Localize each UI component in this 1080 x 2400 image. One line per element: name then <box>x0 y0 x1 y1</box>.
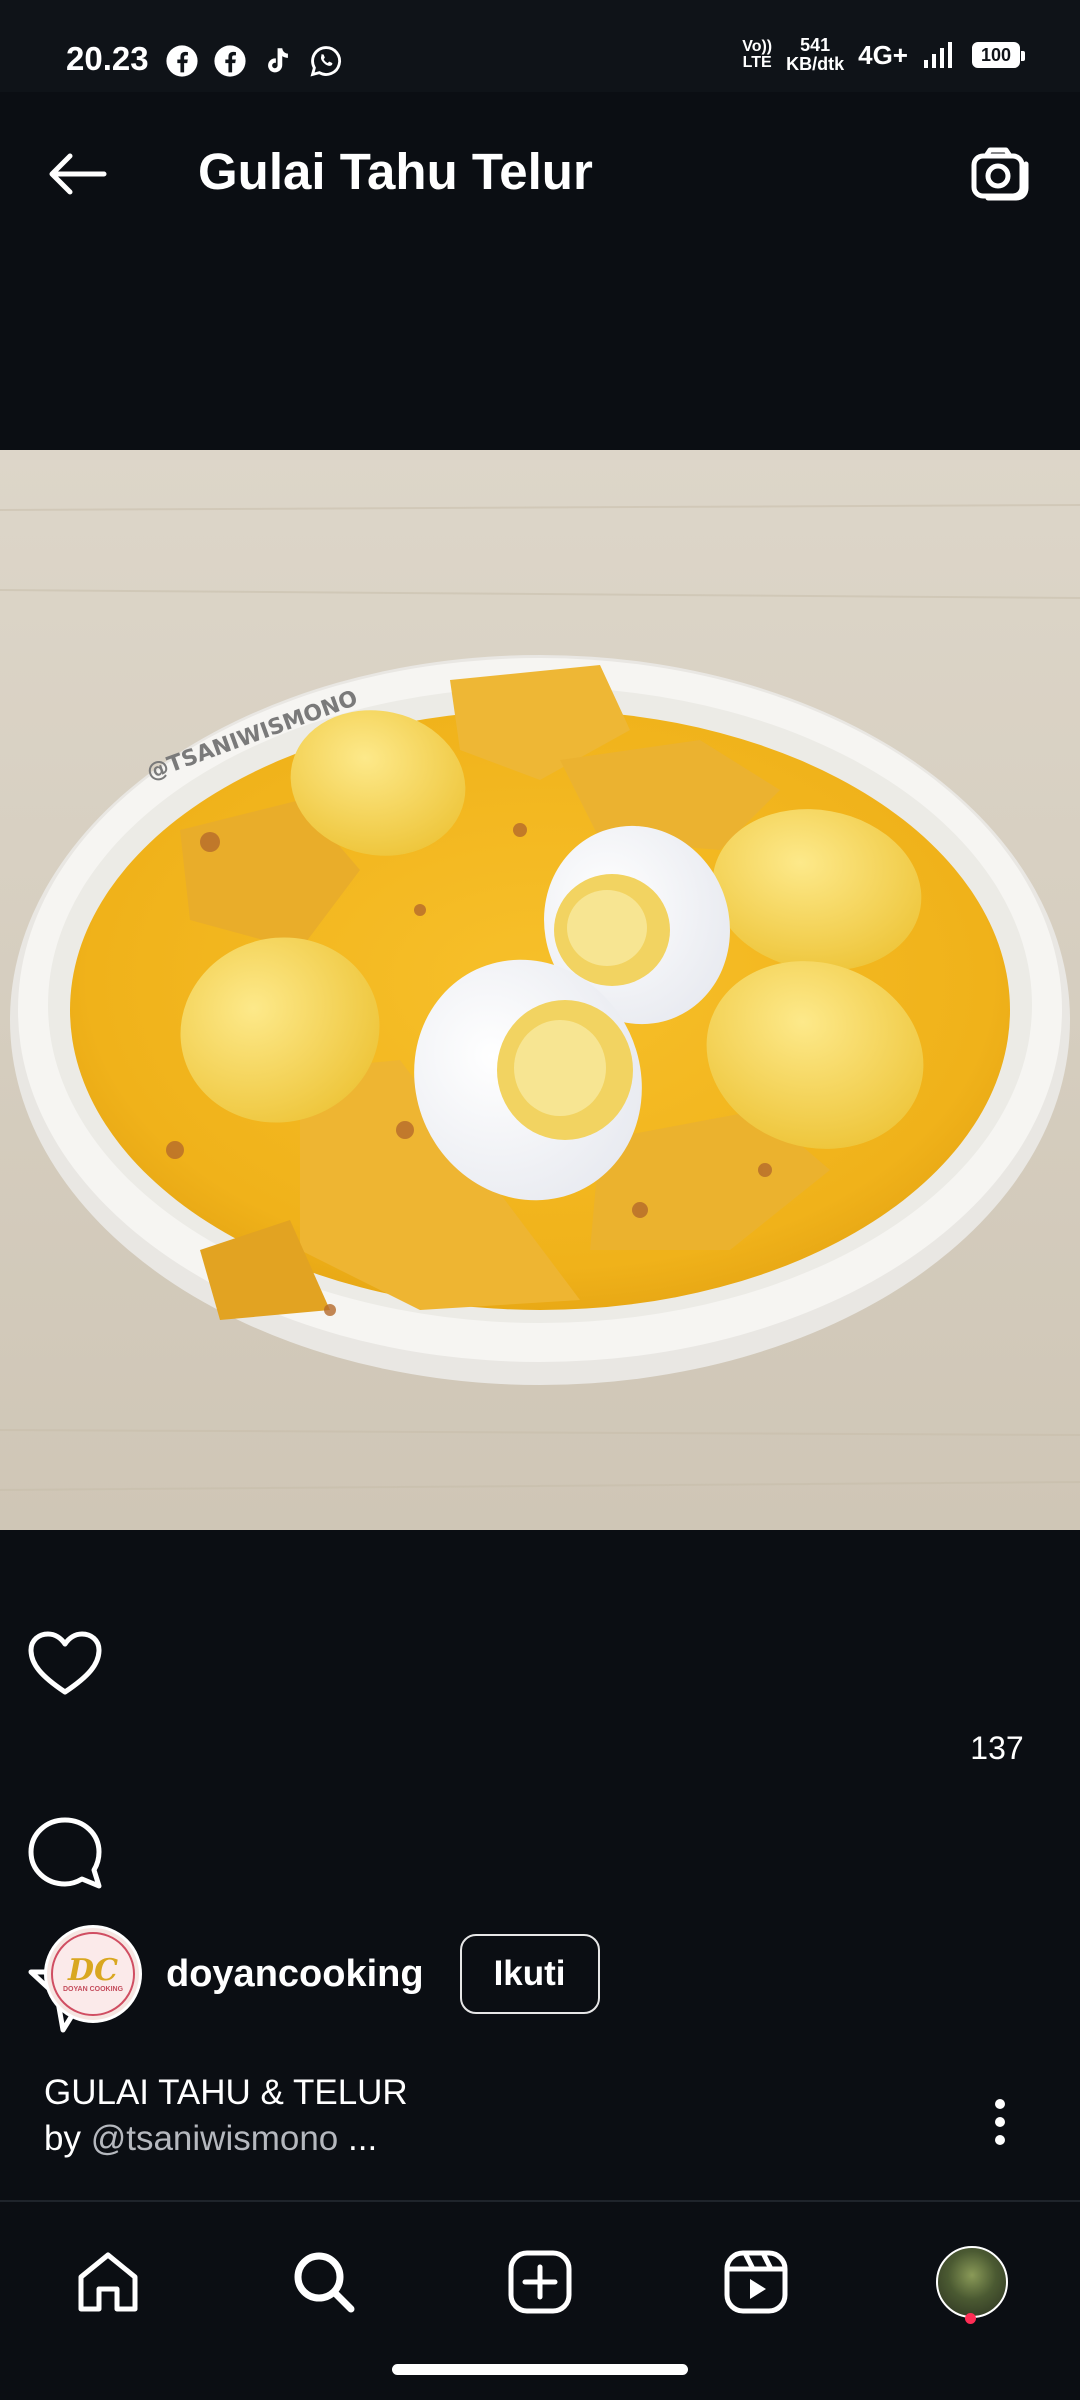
status-indicators: Vo)) LTE 541 KB/dtk 4G+ 100 <box>742 36 1025 74</box>
volte-top: Vo)) <box>742 38 773 55</box>
author-avatar[interactable]: DC DOYAN COOKING <box>44 1925 142 2023</box>
nav-home[interactable] <box>58 2232 158 2332</box>
like-count[interactable]: 137 <box>914 1730 1080 1767</box>
profile-avatar <box>936 2246 1008 2318</box>
caption-title: GULAI TAHU & TELUR <box>44 2073 408 2112</box>
heart-icon <box>28 1631 102 1695</box>
network-speed: 541 KB/dtk <box>786 36 844 74</box>
volte-indicator: Vo)) LTE <box>742 39 772 71</box>
notification-dot <box>965 2313 976 2324</box>
camera-icon <box>971 147 1029 201</box>
back-button[interactable] <box>36 134 116 214</box>
avatar-logo: DC DOYAN COOKING <box>51 1932 135 2016</box>
status-bar: 20.23 Vo)) LTE 541 KB/dtk 4G+ 100 <box>0 0 1080 92</box>
screen: 20.23 Vo)) LTE 541 KB/dtk 4G+ 100 Gulai … <box>0 0 1080 2400</box>
more-vertical-icon <box>995 2099 1005 2145</box>
caption[interactable]: GULAI TAHU & TELUR by @tsaniwismono ... <box>44 2070 408 2162</box>
network-type: 4G+ <box>858 39 908 70</box>
comment-icon <box>28 1817 102 1889</box>
nav-create[interactable] <box>490 2232 590 2332</box>
home-icon <box>78 2252 138 2312</box>
caption-credit: by @tsaniwismono ... <box>44 2116 408 2162</box>
camera-button[interactable] <box>960 134 1040 214</box>
whatsapp-icon <box>310 46 341 77</box>
reels-icon <box>724 2250 788 2314</box>
speed-value: 541 <box>800 35 831 55</box>
like-button[interactable] <box>0 1630 130 1698</box>
caption-more[interactable]: ... <box>338 2119 377 2158</box>
create-icon <box>508 2250 572 2314</box>
follow-button[interactable]: Ikuti <box>459 1934 600 2014</box>
author-row: DC DOYAN COOKING doyancooking Ikuti <box>44 1925 600 2023</box>
arrow-left-icon <box>49 153 107 195</box>
home-indicator[interactable] <box>392 2364 688 2375</box>
more-options-button[interactable] <box>980 2092 1020 2152</box>
header: Gulai Tahu Telur <box>0 92 1080 252</box>
caption-by: by <box>44 2119 91 2158</box>
avatar-logo-subtext: DOYAN COOKING <box>62 1985 124 1993</box>
username[interactable]: doyancooking <box>166 1953 424 1996</box>
post-image[interactable]: @TSANIWISMONO <box>0 450 1080 1530</box>
caption-mention[interactable]: @tsaniwismono <box>91 2119 339 2158</box>
comment-button[interactable] <box>0 1816 130 1892</box>
notification-icons <box>165 44 343 78</box>
status-time: 20.23 <box>66 40 149 77</box>
signal-icon <box>924 42 952 68</box>
page-title: Gulai Tahu Telur <box>198 143 593 200</box>
speed-unit: KB/dtk <box>786 54 845 74</box>
avatar-logo-text: DC <box>68 1952 118 1988</box>
tiktok-icon <box>268 48 288 73</box>
battery-icon: 100 <box>972 42 1025 68</box>
nav-search[interactable] <box>274 2232 374 2332</box>
facebook-icon <box>166 45 198 77</box>
search-icon <box>294 2252 355 2313</box>
volte-bottom: LTE <box>742 54 772 71</box>
facebook-icon <box>214 45 246 77</box>
nav-reels[interactable] <box>706 2232 806 2332</box>
food-photo: @TSANIWISMONO <box>0 450 1080 1530</box>
